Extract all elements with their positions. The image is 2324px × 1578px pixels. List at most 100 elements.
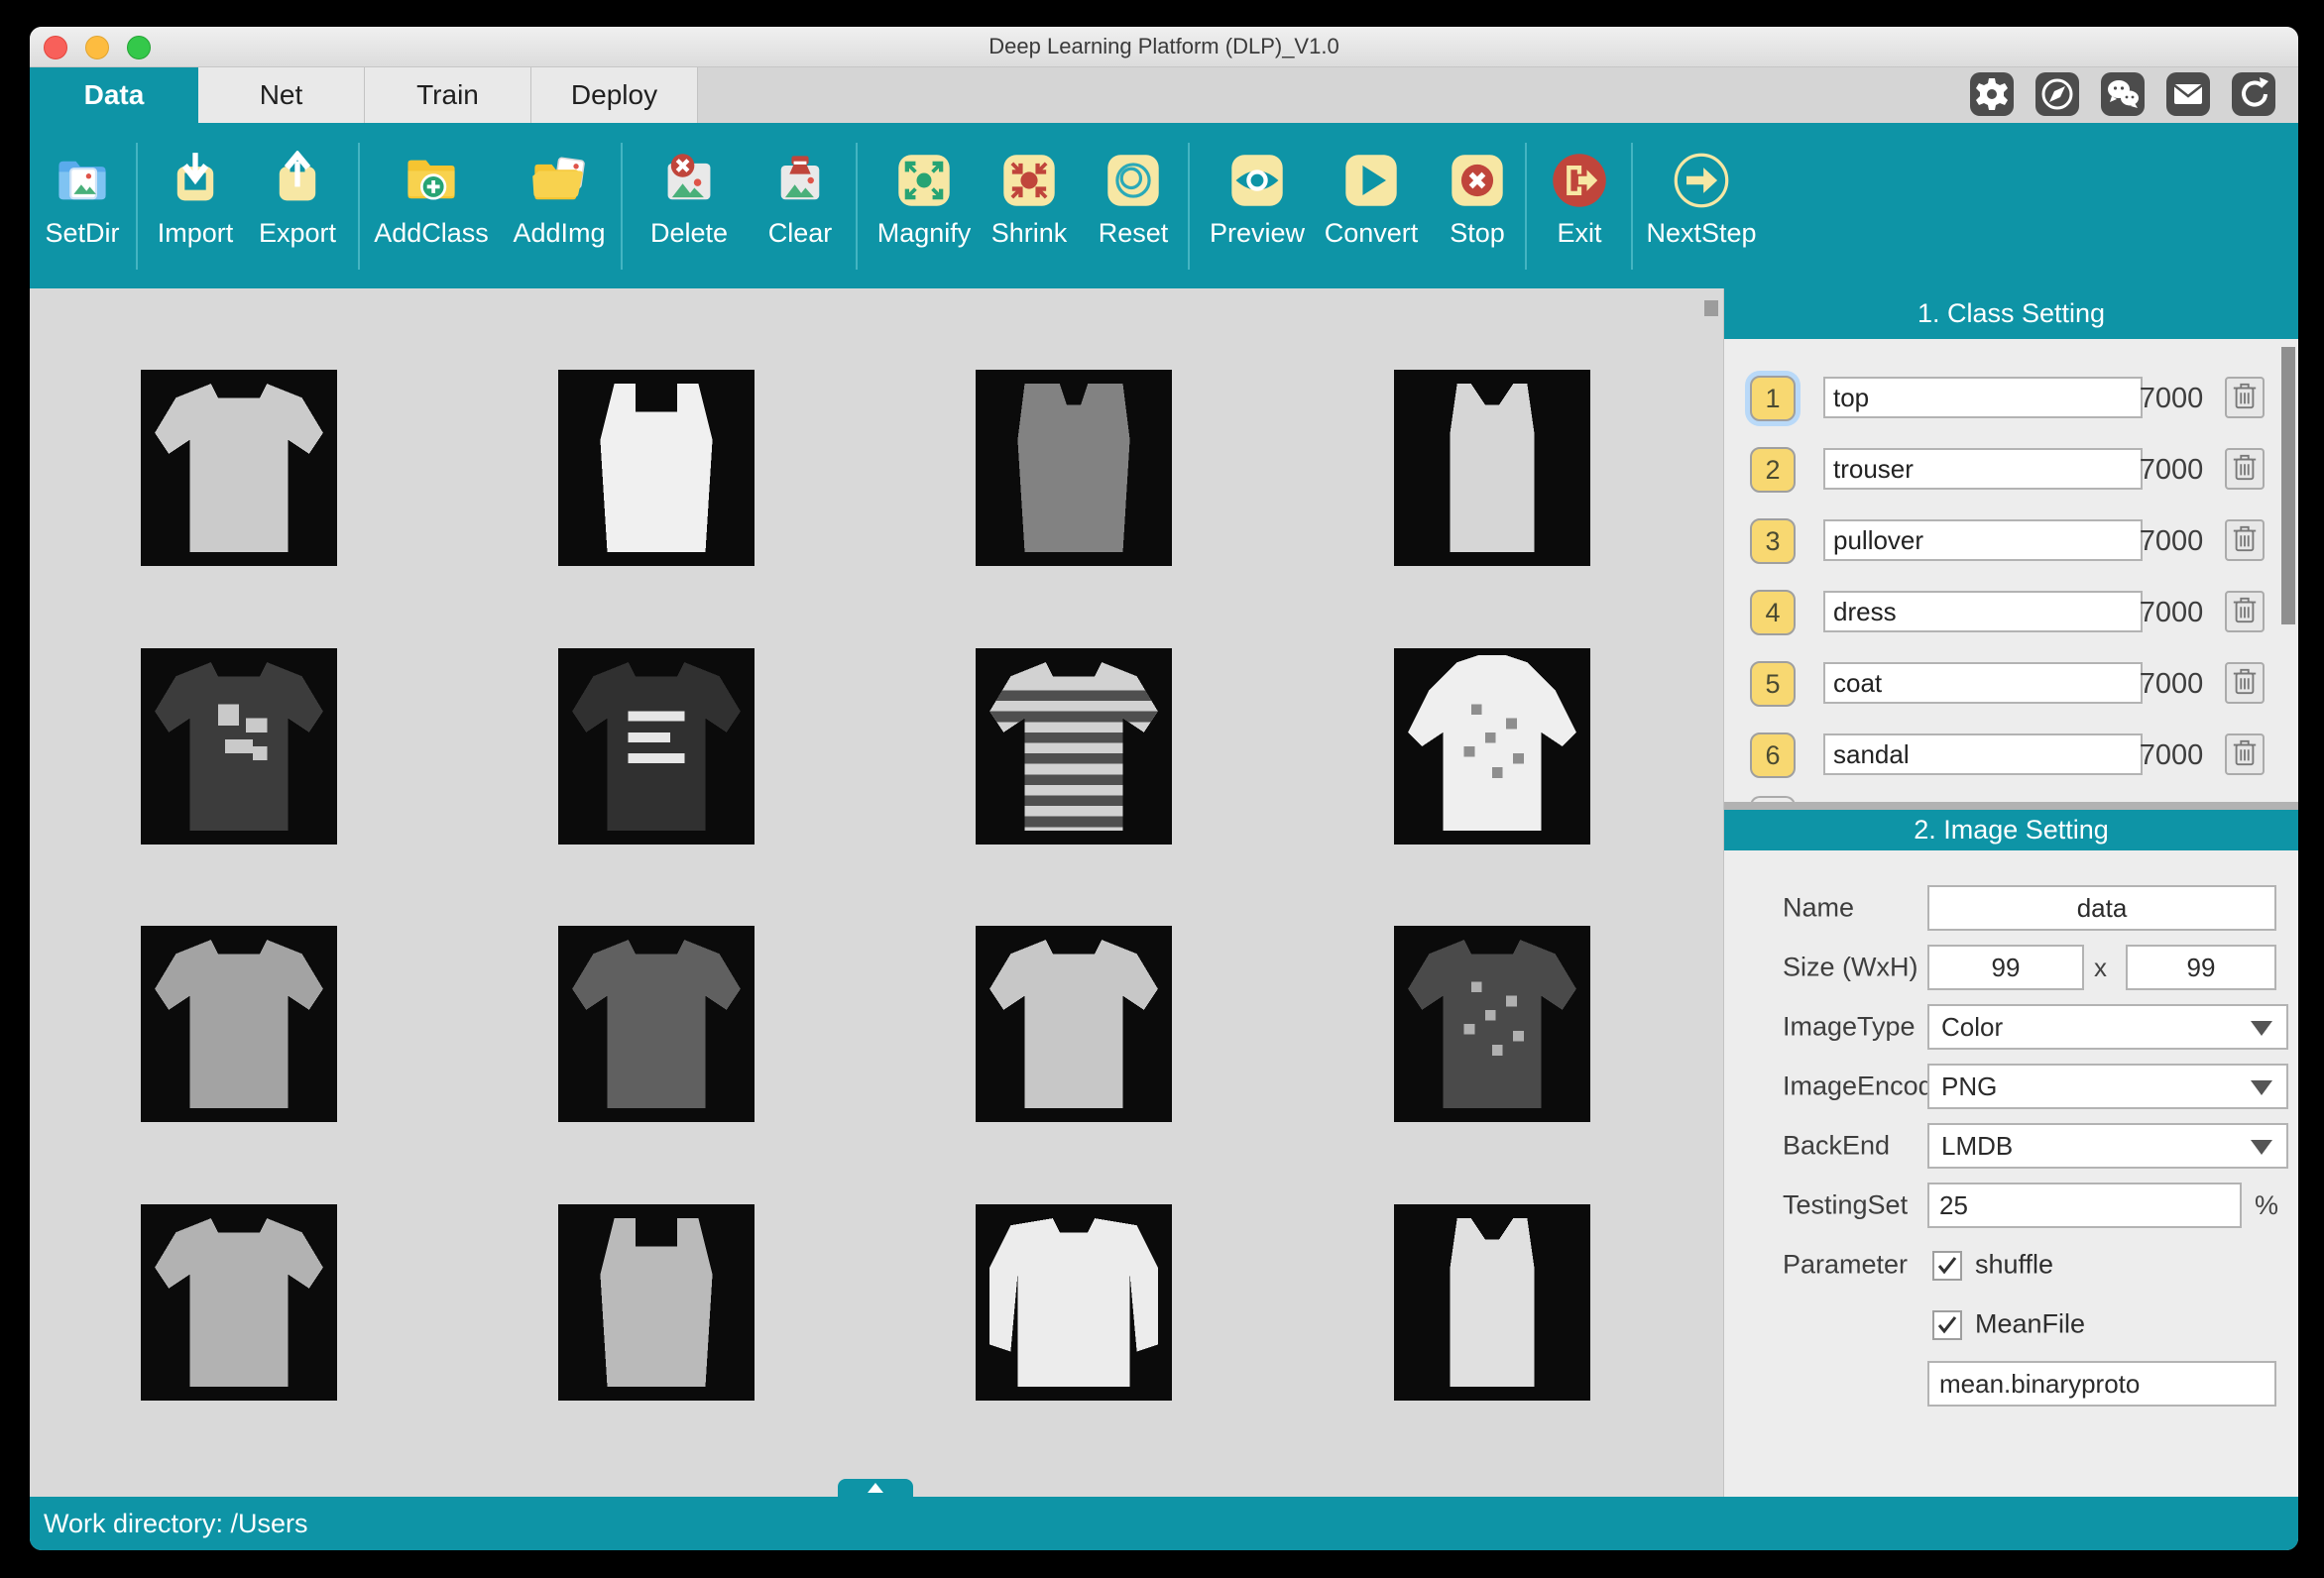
imageencode-value: PNG <box>1941 1071 1998 1101</box>
folder-photo-icon <box>498 147 621 210</box>
mail-icon[interactable] <box>2166 72 2210 116</box>
convert-button[interactable]: Convert <box>1310 147 1433 249</box>
expand-up-handle[interactable] <box>838 1479 913 1497</box>
gallery-image-t-shirt[interactable] <box>976 926 1172 1122</box>
testingset-input[interactable] <box>1927 1183 2242 1228</box>
delete-class-button[interactable] <box>2225 519 2265 561</box>
gallery-image-t-shirt[interactable] <box>141 1204 337 1401</box>
delete-class-button[interactable] <box>2225 591 2265 632</box>
gallery-image-tank-top[interactable] <box>558 1204 755 1401</box>
name-input[interactable] <box>1927 885 2276 931</box>
gallery-image-camisole[interactable] <box>1394 370 1590 566</box>
meanfile-input[interactable] <box>1927 1361 2276 1407</box>
preview-eye-icon <box>1196 147 1319 210</box>
app-window: Deep Learning Platform (DLP)_V1.0 Data Ne… <box>30 27 2298 1550</box>
class-name-input[interactable] <box>1823 662 2143 704</box>
gallery-image-t-shirt[interactable] <box>558 926 755 1122</box>
class-row: 6 7000 <box>1724 733 2298 778</box>
shuffle-checkbox[interactable] <box>1932 1251 1962 1281</box>
meanfile-label: MeanFile <box>1975 1308 2086 1339</box>
name-label: Name <box>1783 892 1855 923</box>
parameter-label: Parameter <box>1783 1249 1909 1280</box>
export-button[interactable]: Export <box>236 147 359 249</box>
class-index-badge[interactable]: 3 <box>1750 518 1796 564</box>
panel-divider <box>1724 802 2298 810</box>
toolbar-button-label: NextStep <box>1646 218 1757 248</box>
compass-icon[interactable] <box>2035 72 2079 116</box>
class-row: 1 7000 <box>1724 376 2298 421</box>
tab-data[interactable]: Data <box>30 67 198 123</box>
class-name-input[interactable] <box>1823 519 2143 561</box>
imagetype-select[interactable]: Color <box>1927 1004 2288 1050</box>
class-name-input[interactable] <box>1823 591 2143 632</box>
class-index-badge[interactable]: 4 <box>1750 590 1796 635</box>
backend-select[interactable]: LMDB <box>1927 1123 2288 1169</box>
gallery-scrollbar-thumb[interactable] <box>1704 300 1718 316</box>
gallery-image-t-shirt[interactable] <box>976 648 1172 845</box>
size-height-input[interactable] <box>2126 945 2276 990</box>
tab-net[interactable]: Net <box>198 67 365 123</box>
imageencode-select[interactable]: PNG <box>1927 1064 2288 1109</box>
gallery-image-t-shirt[interactable] <box>1394 926 1590 1122</box>
delete-class-button[interactable] <box>2225 662 2265 704</box>
gallery-image-camisole[interactable] <box>1394 1204 1590 1401</box>
sync-icon[interactable] <box>2232 72 2275 116</box>
meanfile-checkbox[interactable] <box>1932 1310 1962 1340</box>
percent-label: % <box>2255 1190 2279 1220</box>
class-count: 7000 <box>2139 597 2204 628</box>
class-name-input[interactable] <box>1823 733 2143 775</box>
tab-bar: Data Net Train Deploy <box>30 67 698 123</box>
trash-icon <box>2231 451 2259 488</box>
exit-button[interactable]: Exit <box>1518 147 1641 249</box>
toolbar-separator <box>856 143 858 270</box>
class-name-input[interactable] <box>1823 448 2143 490</box>
class-row: 3 7000 <box>1724 518 2298 564</box>
size-width-input[interactable] <box>1927 945 2084 990</box>
tab-deploy[interactable]: Deploy <box>531 67 698 123</box>
nextstep-button[interactable]: NextStep <box>1640 147 1763 249</box>
class-index-badge[interactable]: 2 <box>1750 447 1796 493</box>
setdir-button[interactable]: SetDir <box>30 147 144 249</box>
class-setting-header: 1. Class Setting <box>1724 288 2298 339</box>
photo-delete-icon <box>628 147 751 210</box>
gallery-image-t-shirt[interactable] <box>141 926 337 1122</box>
toolbar-separator <box>1631 143 1633 270</box>
delete-class-button[interactable] <box>2225 448 2265 490</box>
preview-button[interactable]: Preview <box>1196 147 1319 249</box>
reset-button[interactable]: Reset <box>1072 147 1195 249</box>
addimg-button[interactable]: AddImg <box>498 147 621 249</box>
gallery-image-long-sleeve[interactable] <box>976 1204 1172 1401</box>
class-name-input[interactable] <box>1823 377 2143 418</box>
class-index-badge[interactable]: 6 <box>1750 733 1796 778</box>
gear-icon[interactable] <box>1970 72 2014 116</box>
addclass-button[interactable]: AddClass <box>370 147 493 249</box>
form-row-shuffle: Parameter shuffle <box>1724 1235 2298 1295</box>
delete-button[interactable]: Delete <box>628 147 751 249</box>
testingset-label: TestingSet <box>1783 1189 1909 1220</box>
class-row: 5 7000 <box>1724 661 2298 707</box>
class-count: 7000 <box>2139 525 2204 557</box>
window-title: Deep Learning Platform (DLP)_V1.0 <box>988 34 1339 58</box>
clear-button[interactable]: Clear <box>739 147 862 249</box>
screenshot-root: Deep Learning Platform (DLP)_V1.0 Data Ne… <box>0 0 2324 1578</box>
tab-train[interactable]: Train <box>365 67 531 123</box>
gallery-image-sleeveless-vest[interactable] <box>976 370 1172 566</box>
gallery-image-hoodie[interactable] <box>1394 648 1590 845</box>
gallery-image-t-shirt[interactable] <box>558 648 755 845</box>
toolbar-separator <box>358 143 360 270</box>
gallery-image-t-shirt[interactable] <box>141 370 337 566</box>
gallery-image-t-shirt[interactable] <box>141 648 337 845</box>
class-row: 4 7000 <box>1724 590 2298 635</box>
gallery-image-tank-top[interactable] <box>558 370 755 566</box>
image-setting-header: 2. Image Setting <box>1724 810 2298 850</box>
class-list-scrollbar-thumb[interactable] <box>2281 347 2295 624</box>
form-row-meanfile-name <box>1724 1354 2298 1413</box>
delete-class-button[interactable] <box>2225 733 2265 775</box>
class-index-badge[interactable]: 1 <box>1750 376 1796 421</box>
form-row-name: Name <box>1724 878 2298 938</box>
wechat-icon[interactable] <box>2101 72 2145 116</box>
class-row: 2 7000 <box>1724 447 2298 493</box>
toolbar-separator <box>1188 143 1190 270</box>
delete-class-button[interactable] <box>2225 377 2265 418</box>
class-index-badge[interactable]: 5 <box>1750 661 1796 707</box>
